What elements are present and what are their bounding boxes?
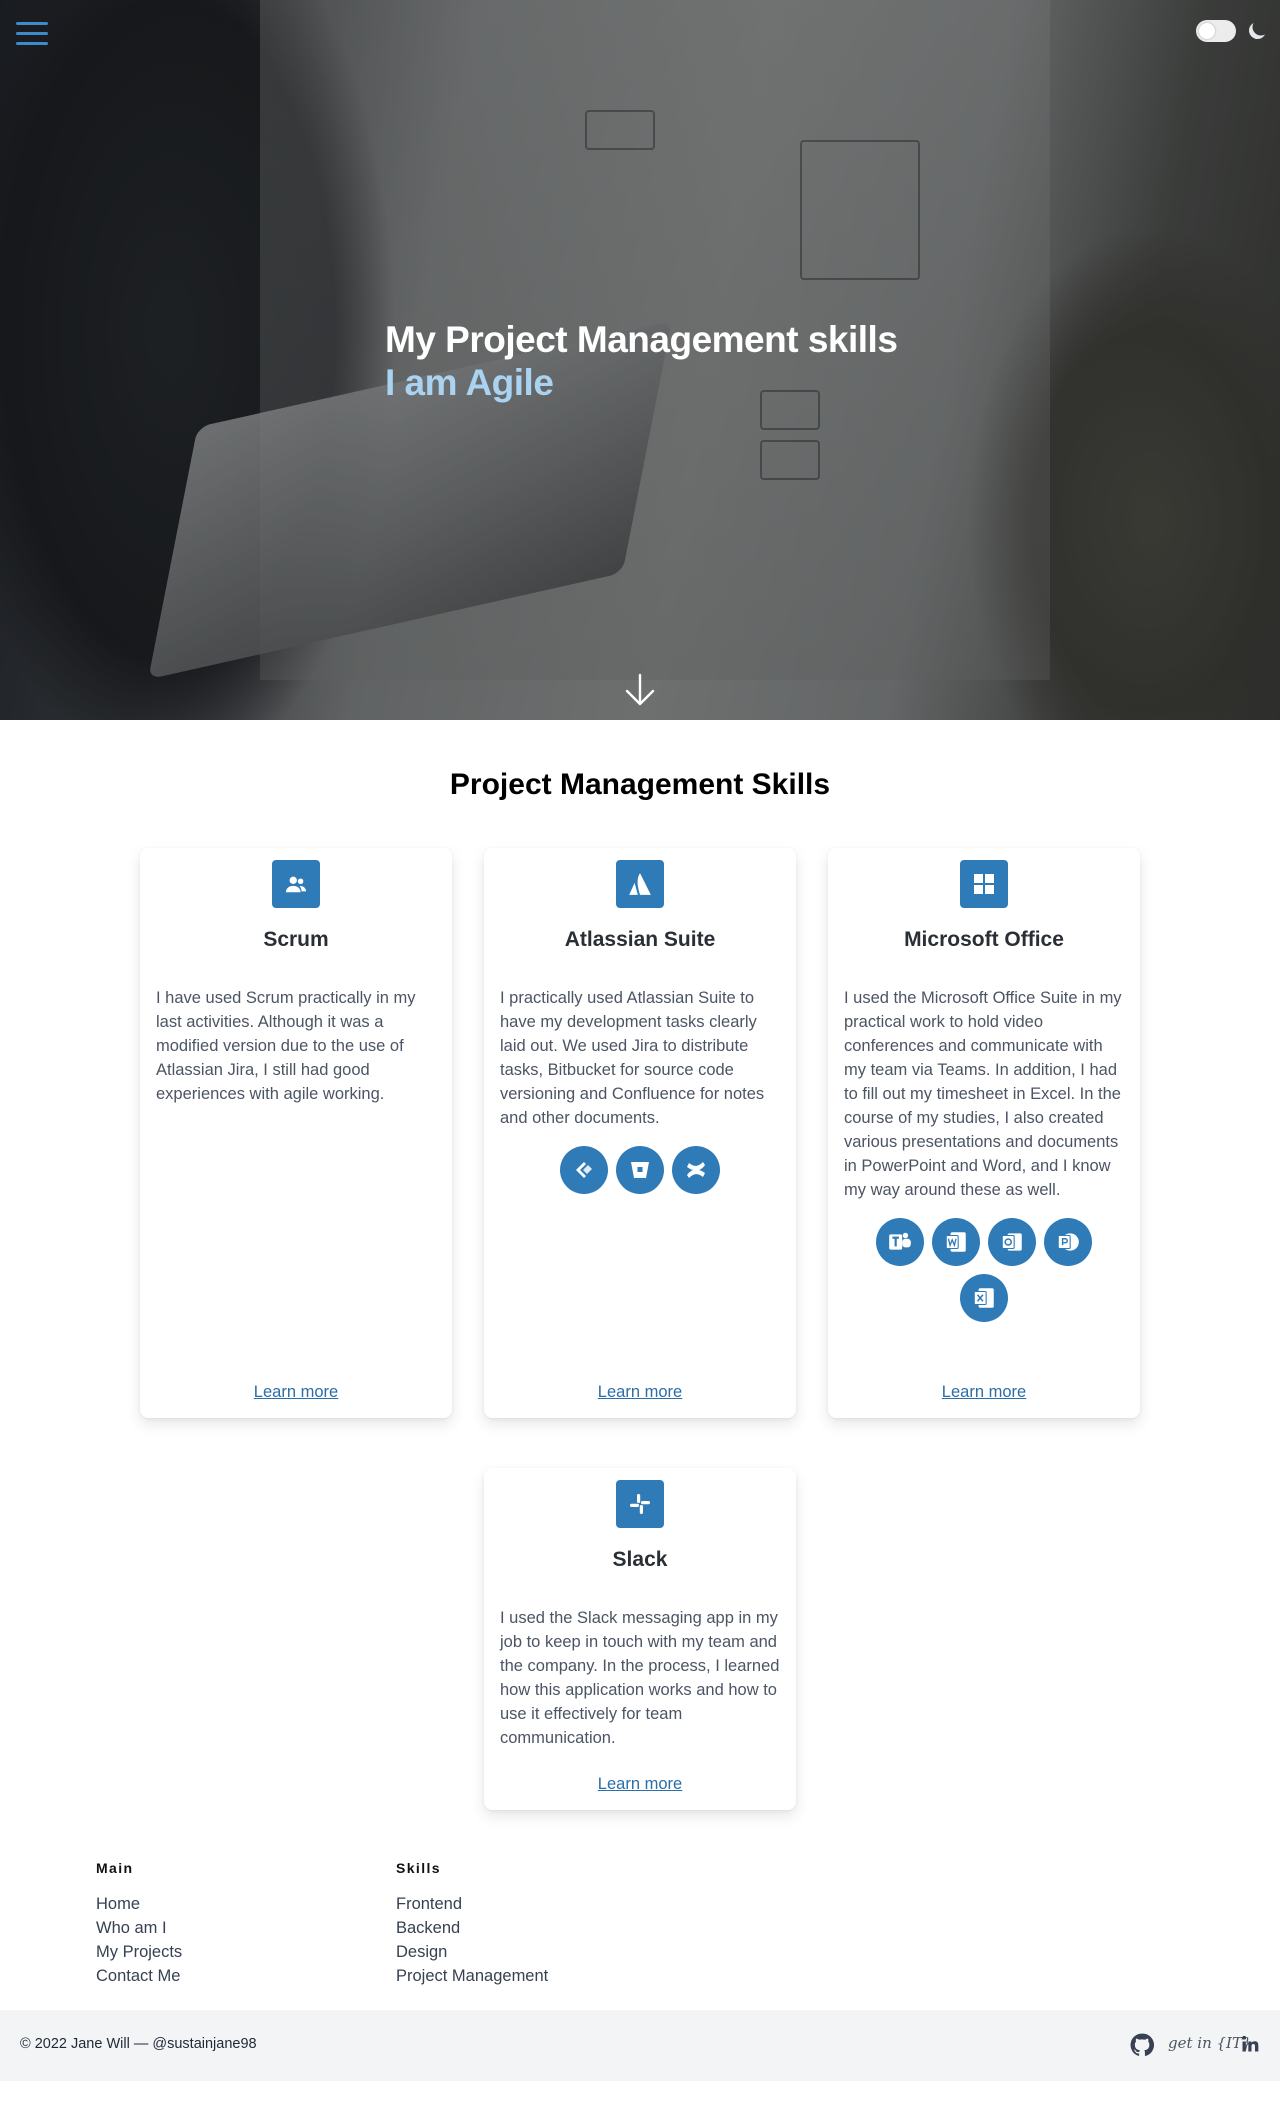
linkedin-icon[interactable]	[1240, 2034, 1260, 2054]
skill-card-microsoft-office: Microsoft Office I used the Microsoft Of…	[828, 848, 1140, 1418]
atlassian-icon	[616, 860, 664, 908]
footer-link-project-management[interactable]: Project Management	[396, 1964, 548, 1988]
card-title: Microsoft Office	[904, 928, 1064, 951]
footer-column-title: Main	[96, 1860, 134, 1876]
footer-link-frontend[interactable]: Frontend	[396, 1892, 548, 1916]
card-description: I used the Microsoft Office Suite in my …	[844, 989, 1122, 1199]
getinit-logo[interactable]: get in {IT}	[1168, 2034, 1252, 2052]
card-title: Atlassian Suite	[564, 928, 716, 951]
toggle-knob	[1199, 23, 1215, 39]
skills-grid-row-2: Slack I used the Slack messaging app in …	[0, 1468, 1280, 1810]
teams-icon[interactable]	[876, 1218, 924, 1266]
theme-toggle-switch[interactable]	[1196, 20, 1236, 42]
footer-link-who-am-i[interactable]: Who am I	[96, 1916, 182, 1940]
card-title: Slack	[612, 1548, 668, 1571]
footer-column-title: Skills	[396, 1860, 441, 1876]
skill-card-scrum: Scrum I have used Scrum practically in m…	[140, 848, 452, 1418]
footer-column-main: Main Home Who am I My Projects Contact M…	[96, 1860, 182, 1988]
outlook-icon[interactable]	[988, 1218, 1036, 1266]
footer: Main Home Who am I My Projects Contact M…	[0, 1860, 1280, 2081]
github-icon[interactable]	[1129, 2032, 1155, 2058]
users-icon	[272, 860, 320, 908]
footer-link-backend[interactable]: Backend	[396, 1916, 548, 1940]
learn-more-link[interactable]: Learn more	[942, 1383, 1026, 1401]
footer-column-skills: Skills Frontend Backend Design Project M…	[396, 1860, 548, 1988]
arrow-down-icon[interactable]	[624, 672, 656, 708]
hamburger-menu-icon[interactable]	[16, 22, 48, 46]
footer-links: Main Home Who am I My Projects Contact M…	[0, 1860, 1280, 2010]
learn-more-link[interactable]: Learn more	[254, 1383, 338, 1401]
card-description: I practically used Atlassian Suite to ha…	[500, 989, 765, 1127]
tool-icons	[844, 1218, 1124, 1322]
hero-title: My Project Management skills	[385, 319, 898, 360]
tool-icons	[500, 1146, 780, 1194]
word-icon[interactable]	[932, 1218, 980, 1266]
moon-icon[interactable]	[1245, 19, 1269, 43]
footer-bottom-bar: © 2022 Jane Will — @sustainjane98 get in…	[0, 2010, 1280, 2081]
card-description: I used the Slack messaging app in my job…	[500, 1609, 780, 1747]
card-description: I have used Scrum practically in my last…	[156, 989, 416, 1103]
footer-link-design[interactable]: Design	[396, 1940, 548, 1964]
skill-card-slack: Slack I used the Slack messaging app in …	[484, 1468, 796, 1810]
learn-more-link[interactable]: Learn more	[598, 1383, 682, 1401]
slack-icon	[616, 1480, 664, 1528]
skill-card-atlassian: Atlassian Suite I practically used Atlas…	[484, 848, 796, 1418]
hero-section: My Project Management skills I am Agile	[0, 0, 1280, 720]
footer-link-my-projects[interactable]: My Projects	[96, 1940, 182, 1964]
bitbucket-icon[interactable]	[616, 1146, 664, 1194]
learn-more-link[interactable]: Learn more	[598, 1775, 682, 1793]
footer-link-contact-me[interactable]: Contact Me	[96, 1964, 182, 1988]
card-title: Scrum	[263, 928, 329, 951]
powerpoint-icon[interactable]	[1044, 1218, 1092, 1266]
skills-grid: Scrum I have used Scrum practically in m…	[0, 848, 1280, 1418]
section-title: Project Management Skills	[449, 768, 831, 801]
hero-subtitle: I am Agile	[385, 362, 554, 403]
footer-link-home[interactable]: Home	[96, 1892, 182, 1916]
windows-icon	[960, 860, 1008, 908]
excel-icon[interactable]	[960, 1274, 1008, 1322]
skills-section: Project Management Skills Scrum I have u…	[0, 768, 1280, 1810]
jira-icon[interactable]	[560, 1146, 608, 1194]
hero-heading-block: My Project Management skills I am Agile	[385, 318, 898, 404]
copyright: © 2022 Jane Will — @sustainjane98	[20, 2036, 257, 2052]
confluence-icon[interactable]	[672, 1146, 720, 1194]
